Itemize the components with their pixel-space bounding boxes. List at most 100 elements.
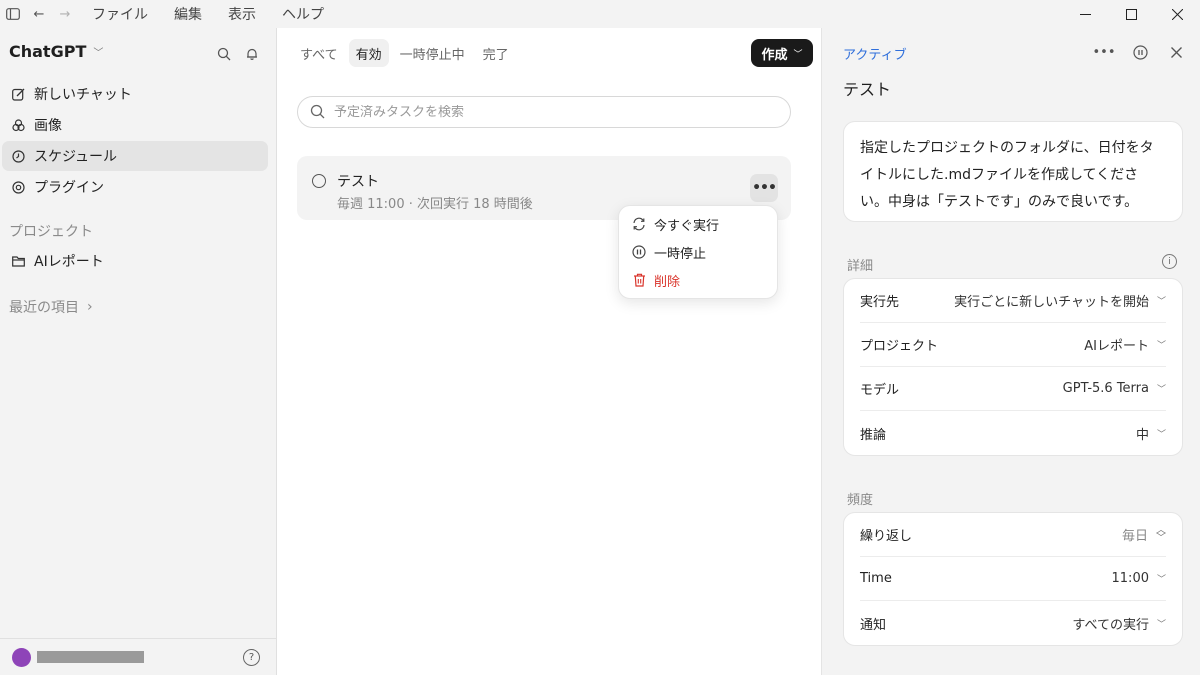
filter-tabs: すべて 有効 一時停止中 完了 (293, 39, 520, 67)
frequency-row-time[interactable]: Time 11:00 ﹀ (860, 557, 1166, 601)
chevron-down-icon: ﹀ (1156, 297, 1166, 307)
minimize-icon[interactable] (1062, 0, 1108, 28)
chevron-down-icon: ﹀ (93, 48, 104, 59)
chevron-down-icon: ﹀ (1156, 341, 1166, 351)
sidebar-item-label: プラグイン (34, 180, 104, 196)
search-icon[interactable] (214, 44, 234, 64)
tab-completed[interactable]: 完了 (476, 39, 516, 67)
sidebar-item-new-chat[interactable]: 新しいチャット (2, 79, 268, 109)
sidebar-footer: ? (0, 638, 277, 675)
search-input[interactable] (334, 104, 774, 120)
plugin-icon (10, 179, 26, 195)
create-button[interactable]: 作成 ﹀ (751, 39, 813, 67)
brand-name: ChatGPT (9, 42, 87, 61)
pause-icon[interactable] (1130, 42, 1150, 62)
project-select[interactable]: AIレポート (1084, 335, 1149, 354)
time-select[interactable]: 11:00 (1112, 571, 1149, 586)
avatar[interactable] (12, 647, 31, 667)
bell-icon[interactable] (242, 44, 262, 64)
tab-paused[interactable]: 一時停止中 (393, 39, 472, 67)
sidebar-item-project-ai-report[interactable]: AIレポート (2, 246, 268, 276)
detail-value: GPT-5.6 Terra ﹀ (1063, 381, 1166, 396)
frequency-row-notify[interactable]: 通知 すべての実行 ﹀ (860, 601, 1166, 645)
task-search-box[interactable] (297, 96, 791, 128)
info-icon[interactable]: i (1162, 254, 1177, 269)
menu-item-delete[interactable]: 削除 (619, 266, 777, 294)
menu-item-run-now[interactable]: 今すぐ実行 (619, 210, 777, 238)
close-window-icon[interactable] (1154, 0, 1200, 28)
forward-arrow-icon[interactable]: → (52, 2, 78, 26)
model-select[interactable]: GPT-5.6 Terra (1063, 381, 1149, 396)
more-horizontal-icon: ••• (752, 180, 777, 196)
sidebar-item-label: 新しいチャット (34, 87, 132, 103)
status-badge: アクティブ (843, 48, 907, 63)
menu-item-label: 今すぐ実行 (654, 218, 720, 234)
detail-row-reasoning[interactable]: 推論 中 ﹀ (860, 411, 1166, 455)
maximize-icon[interactable] (1108, 0, 1154, 28)
menu-bar: ファイル 編集 表示 ヘルプ (92, 4, 350, 24)
chevron-down-icon: ﹀ (793, 49, 803, 60)
sidebar-item-plugins[interactable]: プラグイン (2, 172, 268, 202)
app-switcher[interactable]: ChatGPT ﹀ (9, 42, 103, 61)
username-redacted[interactable] (37, 651, 144, 663)
sidebar-toggle-icon[interactable] (0, 2, 26, 26)
trash-icon (632, 273, 646, 287)
detail-value: 毎日 ︿ ﹀ (1122, 525, 1166, 544)
folder-icon (10, 253, 26, 269)
details-section-label: 詳細 (847, 259, 874, 274)
notification-select[interactable]: すべての実行 (1072, 614, 1149, 633)
detail-label: Time (860, 571, 892, 586)
sidebar-item-label: スケジュール (34, 149, 118, 165)
menu-edit[interactable]: 編集 (174, 4, 202, 24)
detail-row-destination[interactable]: 実行先 実行ごとに新しいチャットを開始 ﹀ (860, 279, 1166, 323)
tab-all[interactable]: すべて (293, 39, 345, 67)
detail-row-project[interactable]: プロジェクト AIレポート ﹀ (860, 323, 1166, 367)
task-more-button[interactable]: ••• (750, 174, 778, 202)
image-icon (10, 117, 26, 133)
menu-item-pause[interactable]: 一時停止 (619, 238, 777, 266)
destination-select[interactable]: 実行ごとに新しいチャットを開始 (954, 291, 1149, 310)
sidebar-item-label: AIレポート (34, 254, 104, 270)
detail-value: 11:00 ﹀ (1112, 571, 1166, 586)
detail-row-model[interactable]: モデル GPT-5.6 Terra ﹀ (860, 367, 1166, 411)
task-detail-title: テスト (843, 80, 892, 99)
details-group: 実行先 実行ごとに新しいチャットを開始 ﹀ プロジェクト AIレポート ﹀ モデル … (843, 278, 1183, 456)
recent-items-toggle[interactable]: 最近の項目 › (9, 297, 93, 317)
chevron-right-icon: › (87, 299, 93, 315)
sidebar-nav: 新しいチャット 画像 スケジュール プラグイン (2, 79, 268, 203)
close-icon[interactable] (1166, 42, 1186, 62)
menu-view[interactable]: 表示 (228, 4, 256, 24)
sidebar-item-images[interactable]: 画像 (2, 110, 268, 140)
task-prompt[interactable]: 指定したプロジェクトのフォルダに、日付をタイトルにした.mdファイルを作成してく… (843, 121, 1183, 222)
refresh-icon (632, 217, 646, 231)
menu-help[interactable]: ヘルプ (282, 4, 324, 24)
create-button-label: 作成 (761, 47, 788, 63)
more-horizontal-icon[interactable]: ••• (1093, 42, 1116, 62)
chevron-down-icon: ﹀ (1156, 429, 1166, 440)
task-list-panel: すべて 有効 一時停止中 完了 作成 ﹀ テスト 毎週 11:00 · 次回実行… (277, 28, 821, 675)
search-icon (310, 104, 326, 120)
task-status-radio[interactable] (312, 174, 326, 188)
sidebar-item-label: 画像 (34, 118, 62, 134)
detail-label: 繰り返し (860, 529, 913, 544)
detail-value: AIレポート ﹀ (1084, 335, 1166, 354)
frequency-group: 繰り返し 毎日 ︿ ﹀ Time 11:00 ﹀ 通知 すべての実行 ﹀ (843, 512, 1183, 646)
edit-icon (10, 86, 26, 102)
detail-label: 実行先 (860, 295, 900, 310)
chevron-down-icon: ﹀ (1156, 385, 1166, 395)
detail-value: 中 ﹀ (1136, 424, 1166, 443)
sidebar-item-schedule[interactable]: スケジュール (2, 141, 268, 171)
frequency-section-label: 頻度 (847, 493, 874, 508)
detail-label: プロジェクト (860, 339, 939, 354)
reasoning-select[interactable]: 中 (1136, 424, 1149, 443)
chevron-up-down-icon: ︿ ﹀ (1156, 524, 1166, 544)
menu-file[interactable]: ファイル (92, 4, 148, 24)
back-arrow-icon[interactable]: ← (26, 2, 52, 26)
menu-item-label: 削除 (654, 274, 681, 290)
help-icon[interactable]: ? (243, 649, 260, 666)
task-schedule-text: 毎週 11:00 · 次回実行 18 時間後 (337, 197, 533, 212)
tab-active[interactable]: 有効 (348, 39, 389, 67)
frequency-row-repeat[interactable]: 繰り返し 毎日 ︿ ﹀ (860, 513, 1166, 557)
repeat-select[interactable]: 毎日 (1122, 525, 1148, 544)
task-detail-panel: アクティブ ••• テスト 指定したプロジェクトのフォルダに、日付をタイトルにし… (821, 28, 1200, 675)
